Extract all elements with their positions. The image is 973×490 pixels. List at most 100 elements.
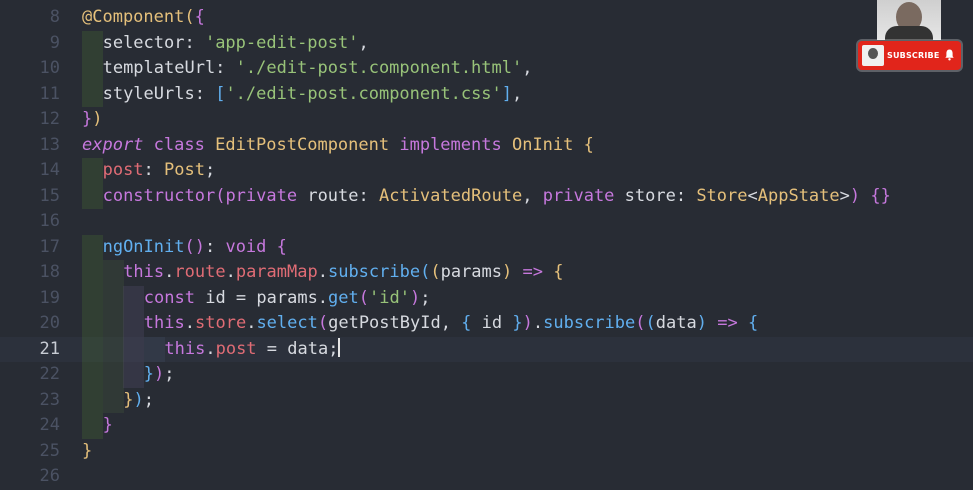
code-token: select (256, 313, 318, 333)
code-editor[interactable]: 8 @Component({9 selector: 'app-edit-post',… (0, 0, 973, 490)
code-line[interactable]: 9 selector: 'app-edit-post', (0, 30, 973, 56)
code-token: = data; (256, 338, 339, 359)
code-token: this (143, 313, 185, 333)
code-text: export class EditPostComponent implement… (82, 133, 594, 159)
code-text: this.route.paramMap.subscribe((params) =… (123, 260, 563, 286)
code-token: implements (399, 134, 502, 155)
code-token: } (82, 440, 93, 461)
code-line[interactable]: 16 (0, 209, 973, 235)
line-number: 20 (39, 313, 60, 333)
line-number: 23 (39, 389, 60, 410)
code-token: } (123, 389, 134, 410)
code-token: } (102, 415, 113, 435)
code-token: getPostById, (328, 313, 462, 333)
code-token: { (583, 134, 594, 155)
indent-guide (102, 260, 124, 286)
code-token: } (143, 364, 155, 384)
code-token: ngOnInit (102, 236, 185, 257)
line-number: 16 (39, 211, 60, 231)
indent-guide (102, 285, 124, 311)
code-line[interactable]: 18 this.route.paramMap.subscribe((params)… (0, 260, 973, 286)
code-token: > (839, 185, 850, 206)
code-token: ( (215, 185, 226, 206)
indent-guide (123, 311, 145, 337)
code-token: AppState (757, 185, 840, 206)
subscribe-label: SUBSCRIBE (887, 51, 940, 60)
line-number: 13 (39, 134, 60, 155)
line-number: 22 (39, 364, 60, 384)
line-number: 14 (39, 160, 60, 180)
code-token: ( (317, 313, 329, 333)
code-token: ( (184, 7, 195, 27)
code-token: } (512, 313, 523, 333)
code-token: class (153, 134, 205, 155)
code-token: 'app-edit-post' (204, 32, 359, 53)
code-token: . (317, 262, 328, 282)
code-line[interactable]: 24} (0, 413, 973, 439)
code-token: , (358, 32, 369, 53)
indent-guide (82, 56, 103, 82)
code-line[interactable]: 12}) (0, 107, 973, 133)
code-text: this.store.select(getPostById, { id }).s… (144, 311, 758, 337)
code-line[interactable]: 19 const id = params.get('id'); (0, 285, 973, 311)
code-line[interactable]: 14 post: Post; (0, 158, 973, 184)
code-line[interactable]: 13 export class EditPostComponent impleme… (0, 133, 973, 159)
code-line[interactable]: 15 constructor(private route: ActivatedRo… (0, 183, 973, 209)
line-number: 15 (39, 185, 60, 206)
indent-guide (82, 413, 103, 439)
code-token: ; (143, 389, 154, 410)
subscribe-button[interactable]: SUBSCRIBE (858, 41, 961, 70)
indent-guide (82, 311, 103, 337)
indent-guide (82, 183, 103, 209)
indent-guide (82, 81, 103, 107)
code-token: styleUrls: (102, 83, 216, 104)
code-line[interactable]: 20 this.store.select(getPostById, { id })… (0, 311, 973, 337)
indent-guide (82, 336, 103, 362)
code-token: ) (409, 287, 421, 308)
code-token: () (184, 236, 205, 257)
code-token: : (204, 236, 226, 257)
indent-guide (82, 234, 103, 260)
code-token: ) (154, 364, 165, 384)
code-text: }) (82, 107, 103, 133)
code-line[interactable]: 23}); (0, 387, 973, 413)
code-token: {} (870, 185, 891, 206)
line-number: 25 (39, 440, 60, 461)
indent-guide (102, 387, 124, 413)
line-number: 17 (39, 236, 60, 257)
code-token: 'id' (369, 287, 410, 308)
indent-guide (102, 336, 124, 362)
code-token: . (225, 262, 236, 282)
code-token: [ (215, 83, 226, 104)
code-line[interactable]: 17 ngOnInit(): void { (0, 234, 973, 260)
code-line[interactable]: 8 @Component({ (0, 5, 973, 31)
indent-guide (82, 285, 103, 311)
code-line[interactable]: 25} (0, 439, 973, 465)
code-line[interactable]: 11 styleUrls: ['./edit-post.component.css… (0, 81, 973, 107)
channel-thumbnail (877, 0, 941, 40)
code-line[interactable]: 22}); (0, 362, 973, 388)
line-number: 26 (39, 466, 60, 486)
code-token: subscribe (327, 262, 421, 282)
code-line[interactable]: 21 this.post = data; (0, 336, 973, 362)
indent-guide (123, 362, 145, 388)
code-token: . (205, 338, 216, 359)
code-token: './edit-post.component.css' (225, 83, 502, 104)
indent-guide (82, 30, 103, 56)
code-text: }); (144, 362, 175, 388)
code-token: this (164, 338, 206, 359)
code-token: ) (696, 313, 707, 333)
code-line[interactable]: 26 (0, 464, 973, 490)
code-token: paramMap (235, 262, 318, 282)
code-token: . (532, 313, 544, 333)
code-token: route: (297, 185, 379, 206)
code-line[interactable]: 10 templateUrl: './edit-post.component.ht… (0, 56, 973, 82)
text-cursor (338, 337, 341, 357)
code-token: './edit-post.component.html' (235, 58, 523, 78)
